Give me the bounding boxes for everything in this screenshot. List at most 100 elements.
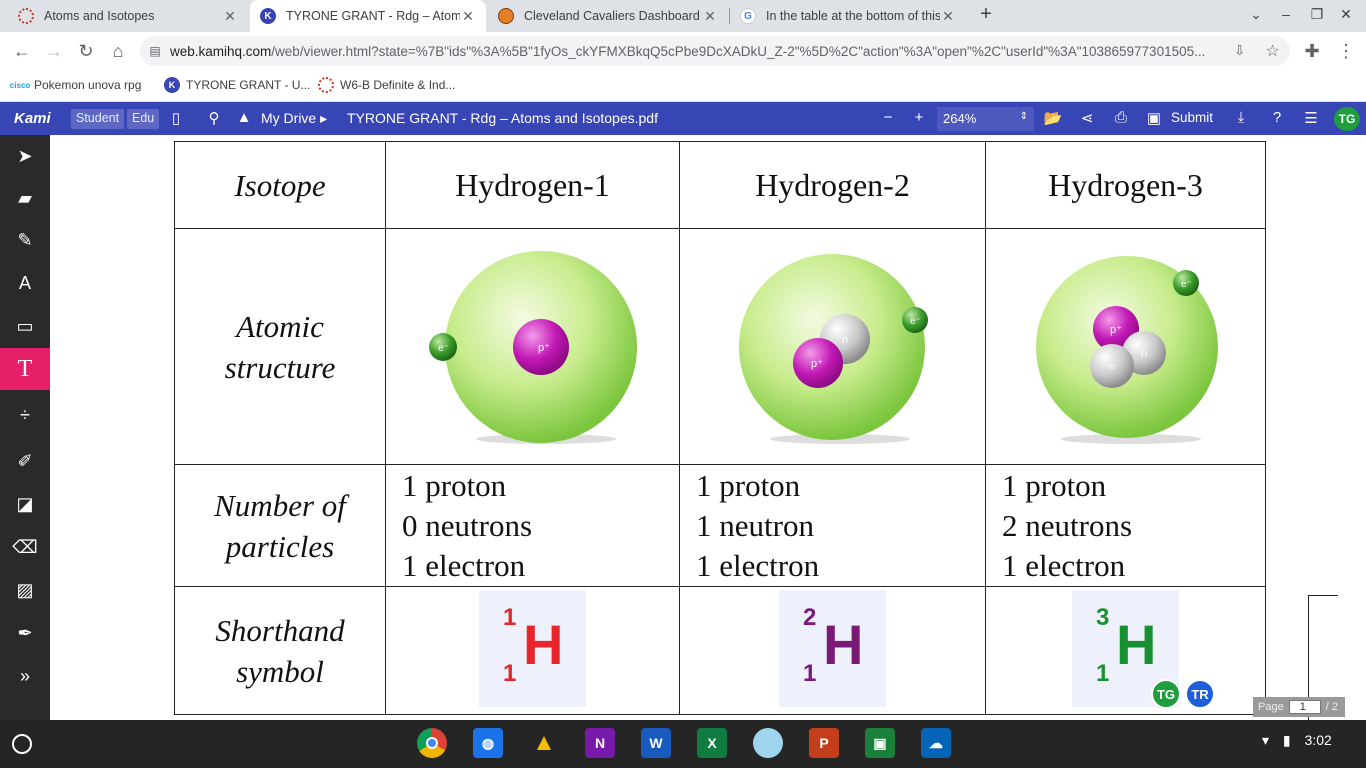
collaborator-avatar-tg[interactable]: TG <box>1151 679 1181 709</box>
shorthand-h2: 2 1 H <box>679 586 986 715</box>
zoom-out-icon[interactable]: − <box>877 109 899 126</box>
equation-tool-icon[interactable]: ÷ <box>0 394 50 436</box>
share-icon[interactable]: ⋖ <box>1076 109 1098 127</box>
proton-label: p⁺ <box>1110 324 1122 336</box>
download-icon[interactable]: ⤓ <box>1230 109 1252 126</box>
document-canvas[interactable]: Isotope Hydrogen-1 Hydrogen-2 Hydrogen-3… <box>50 135 1366 720</box>
install-icon[interactable]: ⇩ <box>1234 43 1245 59</box>
chrome-menu-icon[interactable]: ⋮ <box>1334 40 1358 62</box>
google-drive-icon[interactable]: ▲ <box>233 109 255 126</box>
reload-icon[interactable]: ↻ <box>74 40 98 62</box>
document-title: TYRONE GRANT - Rdg – Atoms and Isotopes.… <box>347 110 658 126</box>
open-folder-icon[interactable]: 📂 <box>1042 109 1064 127</box>
particle-counts-h1: 1 proton 0 neutrons 1 electron <box>385 464 680 587</box>
new-tab-button[interactable]: + <box>976 3 996 26</box>
url-text[interactable]: web.kamihq.com/web/viewer.html?state=%7B… <box>170 44 1220 59</box>
maximize-icon[interactable]: ❐ <box>1307 6 1327 23</box>
kami-logo: Kami <box>14 110 51 127</box>
text-tool-icon[interactable]: T <box>0 348 50 390</box>
zoom-in-icon[interactable]: + <box>908 109 930 126</box>
submit-button[interactable]: Submit <box>1171 110 1213 125</box>
comment-tool-icon[interactable]: ▭ <box>0 305 50 347</box>
close-tab-icon[interactable]: ✕ <box>460 8 476 25</box>
isotope-name: Hydrogen-2 <box>679 141 986 229</box>
battery-icon: ▮ <box>1282 732 1291 748</box>
collaborator-avatar-tr[interactable]: TR <box>1185 679 1215 709</box>
tab-atoms-isotopes[interactable]: Atoms and Isotopes ✕ <box>8 0 248 32</box>
bookmark-pokemon[interactable]: cisco Pokemon unova rpg <box>9 77 142 93</box>
minimize-icon[interactable]: – <box>1276 6 1296 22</box>
my-drive-breadcrumb[interactable]: My Drive ▸ <box>261 110 327 127</box>
google-icon: G <box>740 8 756 24</box>
bookmark-tyrone-grant[interactable]: K TYRONE GRANT - U... <box>164 77 310 93</box>
cisco-ring-icon <box>18 8 34 24</box>
site-info-icon[interactable]: ▤ <box>140 44 170 58</box>
markup-tool-icon[interactable]: ✎ <box>0 219 50 261</box>
cisco-icon: cisco <box>9 80 31 90</box>
isotope-name: Hydrogen-1 <box>385 141 680 229</box>
neutron-label: n <box>1141 348 1147 360</box>
chevron-right-icon: ▸ <box>320 110 328 126</box>
isotope-name: Hydrogen-3 <box>985 141 1266 229</box>
search-icon[interactable]: ⚲ <box>203 109 225 127</box>
drawing-tool-icon[interactable]: ✐ <box>0 440 50 482</box>
excel-icon[interactable]: X <box>697 728 727 758</box>
kami-menu-icon[interactable]: ☰ <box>1300 109 1322 127</box>
kami-icon: K <box>164 77 180 93</box>
electron-label: e⁻ <box>1181 279 1192 290</box>
google-drive-app-icon[interactable]: ▲ <box>529 728 559 758</box>
web-store-icon[interactable]: ◍ <box>473 728 503 758</box>
status-tray[interactable]: ▾ ▮ 3:02 <box>1262 732 1332 749</box>
expand-tools-icon[interactable]: » <box>0 655 50 697</box>
os-shelf <box>0 720 1366 768</box>
zoom-select[interactable]: 264% ⇕ <box>937 107 1034 131</box>
onenote-icon[interactable]: N <box>585 728 615 758</box>
atom-h2-illustration: n p⁺ e⁻ <box>739 254 928 444</box>
address-bar[interactable]: ▤ web.kamihq.com/web/viewer.html?state=%… <box>140 36 1290 66</box>
select-tool-icon[interactable]: ➤ <box>0 135 50 177</box>
tab-google-search[interactable]: G In the table at the bottom of this ✕ <box>730 0 966 32</box>
image-tool-icon[interactable]: ▨ <box>0 569 50 611</box>
bookmark-star-icon[interactable]: ☆ <box>1265 41 1279 61</box>
bookmarks-bar: cisco Pokemon unova rpg K TYRONE GRANT -… <box>0 70 1366 102</box>
tab-cavaliers[interactable]: Cleveland Cavaliers Dashboard ✕ <box>488 0 728 32</box>
chrome-app-icon[interactable] <box>417 728 447 758</box>
home-icon[interactable]: ⌂ <box>106 40 130 62</box>
signature-tool-icon[interactable]: ✒ <box>0 612 50 654</box>
table-row: Isotope Hydrogen-1 Hydrogen-2 Hydrogen-3 <box>174 141 1266 229</box>
atom-diagram-h1: p⁺ e⁻ <box>385 228 680 465</box>
cisco-ring-icon <box>318 77 334 93</box>
back-icon[interactable]: ← <box>10 40 34 62</box>
forward-icon[interactable]: → <box>42 40 66 62</box>
close-window-icon[interactable]: ✕ <box>1336 6 1356 23</box>
electron-label: e⁻ <box>438 343 449 354</box>
proton-label: p⁺ <box>811 358 823 370</box>
help-icon[interactable]: ? <box>1266 109 1288 126</box>
extensions-icon[interactable]: ✚ <box>1300 40 1324 62</box>
user-avatar[interactable]: TG <box>1334 107 1360 131</box>
shorthand-h1: 1 1 H <box>385 586 680 715</box>
shorthand-h3: 3 1 H <box>985 586 1266 715</box>
shapes-tool-icon[interactable]: ◪ <box>0 483 50 525</box>
close-tab-icon[interactable]: ✕ <box>940 8 956 25</box>
isotope-symbol: 1 1 H <box>479 589 586 707</box>
cloud-app-icon[interactable] <box>753 728 783 758</box>
save-icon[interactable]: ▣ <box>1143 109 1165 127</box>
onedrive-icon[interactable]: ☁ <box>921 728 951 758</box>
close-tab-icon[interactable]: ✕ <box>222 8 238 25</box>
print-icon[interactable]: ⎙ <box>1110 109 1132 126</box>
classroom-icon[interactable]: ▣ <box>865 728 895 758</box>
sidebar-toggle-icon[interactable]: ▯ <box>165 109 187 127</box>
page-number-input[interactable]: 1 <box>1288 700 1321 714</box>
dictionary-tool-icon[interactable]: ▰ <box>0 177 50 219</box>
close-tab-icon[interactable]: ✕ <box>702 8 718 25</box>
text-box-tool-icon[interactable]: A <box>0 262 50 304</box>
tab-search-icon[interactable]: ⌄ <box>1246 6 1266 23</box>
atom-h3-illustration: p⁺ n n e⁻ <box>1036 256 1218 444</box>
tab-kami-document[interactable]: K TYRONE GRANT - Rdg – Atoms a ✕ <box>250 0 486 32</box>
bookmark-w6b[interactable]: W6-B Definite & Ind... <box>318 77 455 93</box>
eraser-tool-icon[interactable]: ⌫ <box>0 526 50 568</box>
launcher-icon[interactable] <box>12 734 32 754</box>
powerpoint-icon[interactable]: P <box>809 728 839 758</box>
word-icon[interactable]: W <box>641 728 671 758</box>
